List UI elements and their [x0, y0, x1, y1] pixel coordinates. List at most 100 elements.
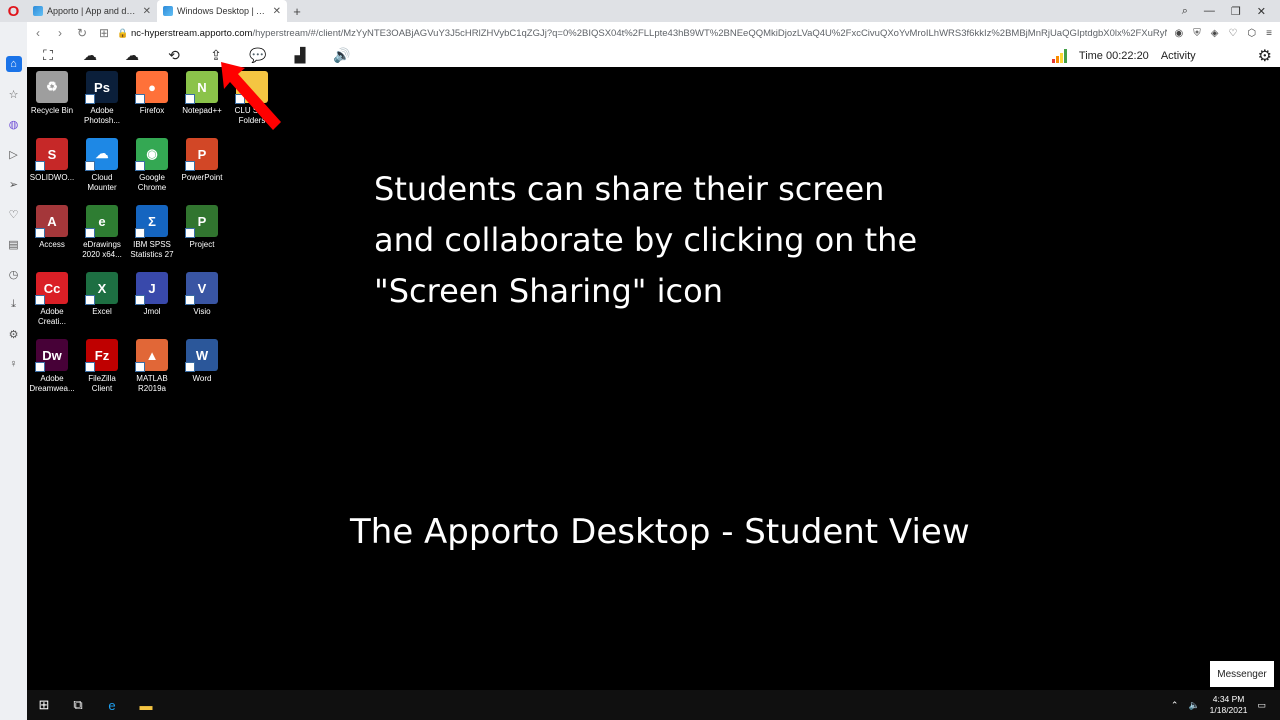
speed-dial-icon[interactable]: ⊞: [93, 26, 115, 40]
desktop-icon-label: Word: [192, 374, 212, 383]
new-tab-button[interactable]: +: [287, 4, 307, 19]
messenger-icon[interactable]: ◍: [6, 116, 22, 132]
app-icon: ◉: [135, 138, 168, 171]
network-quality-icon: [1051, 48, 1067, 63]
desktop-icon[interactable]: W Word: [177, 335, 227, 384]
app-icon: e: [85, 205, 118, 238]
desktop-icon-label: SOLIDWO...: [29, 173, 75, 182]
secure-lock-icon[interactable]: 🔒: [115, 28, 131, 39]
address-bar: ‹ › ↻ ⊞ 🔒 nc-hyperstream.apporto.com/hyp…: [27, 22, 1280, 44]
taskbar-clock[interactable]: 4:34 PM 1/18/2021: [1210, 694, 1248, 716]
desktop-icon[interactable]: P Project: [177, 201, 227, 250]
desktop-icon-label: Project: [189, 240, 215, 249]
desktop-icon[interactable]: J Jmol: [127, 268, 177, 317]
browser-tab-apporto[interactable]: Apporto | App and desktop ✕: [27, 0, 157, 22]
star-icon[interactable]: ☆: [6, 86, 22, 102]
desktop-icon[interactable]: P PowerPoint: [177, 134, 227, 183]
task-view-icon[interactable]: ⧉: [61, 697, 95, 713]
close-window-icon[interactable]: ✕: [1257, 5, 1266, 18]
activity-label[interactable]: Activity: [1161, 50, 1196, 62]
instruction-text: Students can share their screen and coll…: [374, 164, 1014, 317]
gear-icon[interactable]: ⚙: [1258, 46, 1272, 66]
windows-taskbar: ⊞ ⧉ e ▬ ⌃ 🔈 4:34 PM 1/18/2021 ▭: [27, 690, 1280, 720]
signal-bar: [1051, 58, 1055, 63]
download-icon[interactable]: ☁: [111, 47, 153, 64]
desktop-icon[interactable]: Cc Adobe Creati...: [27, 268, 77, 327]
minimize-icon[interactable]: —: [1204, 5, 1215, 18]
opera-menu-icon[interactable]: O: [0, 0, 27, 22]
search-tabs-icon[interactable]: ⌕: [1182, 5, 1188, 18]
browser-tab-windows-desktop[interactable]: Windows Desktop | Apporto ✕: [157, 0, 287, 22]
send-icon[interactable]: ➢: [6, 176, 22, 192]
easy-setup-icon[interactable]: ≡: [1266, 28, 1272, 39]
windows-start-icon[interactable]: ⊞: [27, 697, 61, 713]
clock-date: 1/18/2021: [1209, 705, 1248, 715]
fullscreen-icon[interactable]: ⛶: [27, 47, 69, 64]
home-icon[interactable]: ⌂: [5, 56, 22, 72]
signal-bar: [1059, 52, 1063, 63]
desktop-icon[interactable]: e eDrawings 2020 x64...: [77, 201, 127, 260]
bookmark-heart-icon[interactable]: ♡: [1228, 28, 1237, 39]
history-icon[interactable]: ◷: [6, 266, 22, 282]
upload-icon[interactable]: ☁: [69, 47, 111, 64]
news-icon[interactable]: ▤: [6, 236, 22, 252]
desktop-icon[interactable]: ● Firefox: [127, 67, 177, 116]
app-icon: A: [35, 205, 68, 238]
screen: O Apporto | App and desktop ✕ Windows De…: [0, 0, 1280, 720]
adblock-shield-icon[interactable]: ⛨: [1193, 28, 1201, 39]
desktop-icon-label: eDrawings 2020 x64...: [82, 240, 122, 259]
desktop-icon[interactable]: ◉ Google Chrome: [127, 134, 177, 193]
player-icon[interactable]: ▷: [6, 146, 22, 162]
app-icon: Fz: [85, 339, 118, 372]
desktop-icon[interactable]: ☁ Cloud Mounter: [77, 134, 127, 193]
url-field[interactable]: nc-hyperstream.apporto.com/hyperstream/#…: [131, 28, 1167, 39]
snapshot-icon[interactable]: ◉: [1175, 28, 1184, 39]
url-path: /hyperstream/#/client/MzYyNTE3OABjAGVuY3…: [252, 27, 1167, 39]
app-icon: N: [185, 71, 218, 104]
app-icon: W: [185, 339, 218, 372]
vpn-shield-icon[interactable]: ◈: [1211, 28, 1219, 39]
address-bar-actions: ◉ ⛨ ◈ ♡ ⬡ ≡: [1167, 28, 1280, 39]
settings-icon[interactable]: ⚙: [6, 326, 22, 342]
desktop-icon[interactable]: ▲ MATLAB R2019a: [127, 335, 177, 394]
forward-icon[interactable]: ›: [49, 26, 71, 40]
tips-bulb-icon[interactable]: ♀: [6, 356, 22, 372]
desktop-icon[interactable]: Ps Adobe Photosh...: [77, 67, 127, 126]
desktop-icon-label: IBM SPSS Statistics 27: [130, 240, 174, 259]
messenger-button[interactable]: Messenger: [1210, 661, 1274, 687]
chevron-up-icon[interactable]: ⌃: [1171, 700, 1179, 711]
desktop-icon[interactable]: S SOLIDWO...: [27, 134, 77, 183]
bookmarks-heart-icon[interactable]: ♡: [6, 206, 22, 222]
internet-explorer-icon[interactable]: e: [95, 698, 129, 713]
volume-icon[interactable]: 🔊: [321, 47, 363, 64]
browser-tab-strip: O Apporto | App and desktop ✕ Windows De…: [0, 0, 1280, 22]
desktop-icon[interactable]: A Access: [27, 201, 77, 250]
desktop-icon[interactable]: ♻ Recycle Bin: [27, 67, 77, 116]
back-icon[interactable]: ‹: [27, 26, 49, 40]
app-icon: P: [185, 138, 218, 171]
desktop-icon[interactable]: Σ IBM SPSS Statistics 27: [127, 201, 177, 260]
tab-close-icon[interactable]: ✕: [143, 6, 151, 17]
tab-close-icon[interactable]: ✕: [273, 6, 281, 17]
app-icon: S: [35, 138, 68, 171]
desktop-icon-label: Visio: [193, 307, 211, 316]
signal-strength-icon[interactable]: ▟: [279, 47, 321, 64]
desktop-icon[interactable]: Fz FileZilla Client: [77, 335, 127, 394]
restore-window-icon[interactable]: ❐: [1231, 5, 1241, 18]
extensions-icon[interactable]: ⬡: [1247, 28, 1256, 39]
app-icon: J: [135, 272, 168, 305]
remote-desktop[interactable]: ♻ Recycle Bin S SOLIDWO... A Access Cc Adobe Cr…: [27, 67, 1280, 690]
desktop-icon[interactable]: X Excel: [77, 268, 127, 317]
downloads-icon[interactable]: ⤓: [6, 296, 22, 312]
desktop-icon[interactable]: V Visio: [177, 268, 227, 317]
desktop-icon[interactable]: Dw Adobe Dreamwea...: [27, 335, 77, 394]
notification-icon[interactable]: ▭: [1257, 700, 1266, 711]
desktop-icon-label: Jmol: [143, 307, 161, 316]
apporto-favicon-icon: [163, 6, 173, 16]
app-icon: ▲: [135, 339, 168, 372]
file-explorer-icon[interactable]: ▬: [129, 698, 163, 713]
speaker-icon[interactable]: 🔈: [1188, 700, 1199, 711]
instruction-line: Students can share their screen: [374, 170, 885, 208]
restore-icon[interactable]: ⟲: [153, 47, 195, 64]
reload-icon[interactable]: ↻: [71, 26, 93, 40]
